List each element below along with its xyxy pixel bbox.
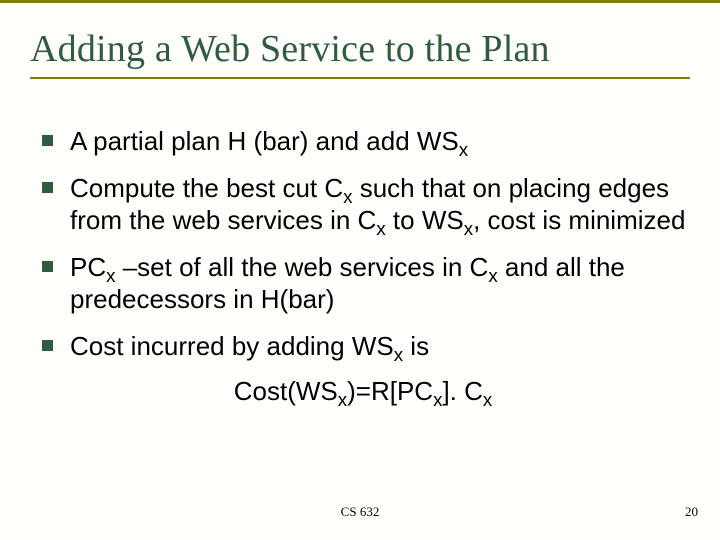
subscript: x bbox=[464, 218, 473, 239]
bullet-text: to WS bbox=[386, 205, 464, 235]
bullet-text: is bbox=[403, 331, 429, 361]
footer-page-number: 20 bbox=[685, 504, 698, 520]
footer-course: CS 632 bbox=[0, 504, 720, 520]
bullet-text: PC bbox=[70, 252, 106, 282]
subscript: x bbox=[343, 186, 352, 207]
bullet-item: PCx –set of all the web services in Cx a… bbox=[36, 251, 690, 316]
title-underline bbox=[30, 77, 690, 79]
subscript: x bbox=[338, 389, 347, 410]
bullet-item: A partial plan H (bar) and add WSx bbox=[36, 125, 690, 158]
bullet-item: Compute the best cut Cx such that on pla… bbox=[36, 172, 690, 237]
slide: Adding a Web Service to the Plan A parti… bbox=[0, 0, 720, 540]
bullet-text: –set of all the web services in C bbox=[115, 252, 488, 282]
subscript: x bbox=[376, 218, 385, 239]
formula-text: )=R[PC bbox=[347, 376, 433, 406]
slide-body: A partial plan H (bar) and add WSx Compu… bbox=[30, 125, 690, 407]
bullet-text: A partial plan H (bar) and add WS bbox=[70, 126, 459, 156]
bullet-item: Cost incurred by adding WSx is bbox=[36, 330, 690, 363]
formula-text: ]. C bbox=[442, 376, 482, 406]
subscript: x bbox=[483, 389, 492, 410]
bullet-text: Compute the best cut C bbox=[70, 173, 343, 203]
bullet-text: Cost incurred by adding WS bbox=[70, 331, 394, 361]
subscript: x bbox=[394, 344, 403, 365]
formula-text: Cost(WS bbox=[234, 376, 338, 406]
subscript: x bbox=[459, 139, 468, 160]
bullet-list: A partial plan H (bar) and add WSx Compu… bbox=[36, 125, 690, 362]
bullet-text: , cost is minimized bbox=[473, 205, 685, 235]
slide-title: Adding a Web Service to the Plan bbox=[30, 27, 690, 71]
subscript: x bbox=[488, 265, 497, 286]
cost-formula: Cost(WSx)=R[PCx]. Cx bbox=[36, 376, 690, 407]
